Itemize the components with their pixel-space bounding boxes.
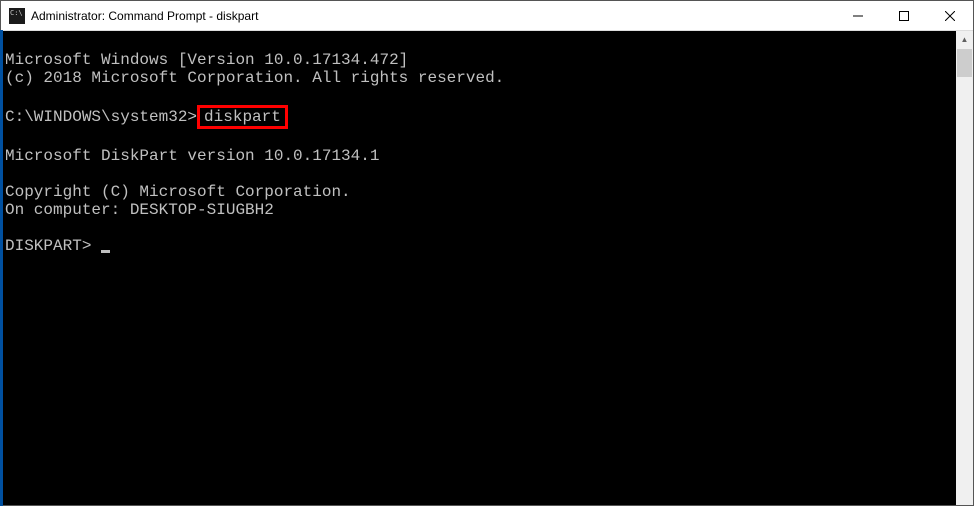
- maximize-button[interactable]: [881, 1, 927, 30]
- window-title: Administrator: Command Prompt - diskpart: [31, 9, 835, 23]
- blank-line: [5, 219, 952, 237]
- output-line: Microsoft DiskPart version 10.0.17134.1: [5, 147, 952, 165]
- cmd-icon: [9, 8, 25, 24]
- diskpart-prompt-line: DISKPART>: [5, 237, 952, 255]
- close-icon: [945, 11, 955, 21]
- scrollbar[interactable]: ▲: [956, 31, 973, 505]
- output-line: (c) 2018 Microsoft Corporation. All righ…: [5, 69, 952, 87]
- diskpart-prompt: DISKPART>: [5, 237, 101, 255]
- terminal-output[interactable]: Microsoft Windows [Version 10.0.17134.47…: [1, 31, 956, 505]
- titlebar[interactable]: Administrator: Command Prompt - diskpart: [1, 1, 973, 31]
- prompt-path: C:\WINDOWS\system32>: [5, 108, 197, 126]
- blank-line: [5, 165, 952, 183]
- output-line: Microsoft Windows [Version 10.0.17134.47…: [5, 51, 952, 69]
- highlighted-command: diskpart: [197, 105, 288, 129]
- window-controls: [835, 1, 973, 30]
- left-edge: [0, 30, 3, 506]
- terminal-wrapper: Microsoft Windows [Version 10.0.17134.47…: [1, 31, 973, 505]
- close-button[interactable]: [927, 1, 973, 30]
- blank-line: [5, 129, 952, 147]
- minimize-icon: [853, 11, 863, 21]
- minimize-button[interactable]: [835, 1, 881, 30]
- command-line: C:\WINDOWS\system32>diskpart: [5, 105, 952, 129]
- output-line: Copyright (C) Microsoft Corporation.: [5, 183, 952, 201]
- cursor: [101, 250, 110, 253]
- output-line: On computer: DESKTOP-SIUGBH2: [5, 201, 952, 219]
- command-prompt-window: Administrator: Command Prompt - diskpart…: [0, 0, 974, 506]
- scrollbar-up-arrow[interactable]: ▲: [956, 31, 973, 48]
- maximize-icon: [899, 11, 909, 21]
- blank-line: [5, 87, 952, 105]
- scrollbar-thumb[interactable]: [957, 49, 972, 77]
